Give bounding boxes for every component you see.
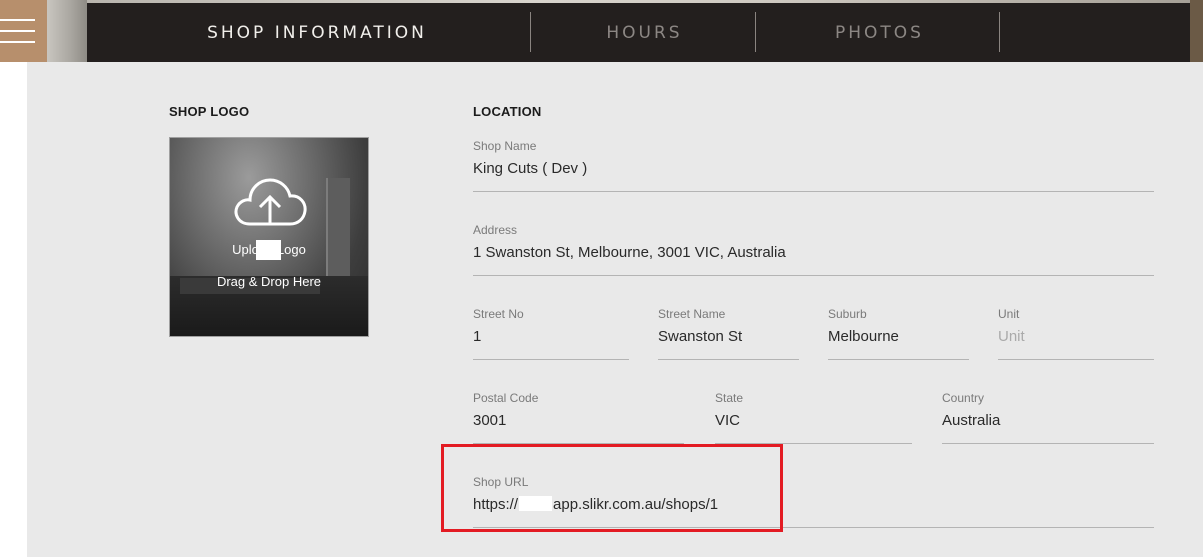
header-background-image-right: [1190, 0, 1203, 62]
unit-label: Unit: [998, 307, 1020, 321]
menu-button[interactable]: [0, 0, 47, 62]
shop-logo-title: SHOP LOGO: [169, 104, 250, 119]
street-no-label: Street No: [473, 307, 524, 321]
address-value: 1 Swanston St, Melbourne, 3001 VIC, Aust…: [473, 244, 786, 261]
tab-divider: [755, 12, 756, 52]
street-no-value: 1: [473, 328, 482, 345]
shop-name-label: Shop Name: [473, 139, 537, 153]
hamburger-icon-line: [0, 41, 35, 43]
suburb-label: Suburb: [828, 307, 867, 321]
shop-information-panel: SHOP LOGO Upload Logo Drag & Drop Here L…: [27, 62, 1203, 557]
tab-divider: [530, 12, 531, 52]
location-title: LOCATION: [473, 104, 542, 119]
logo-upload-dropzone[interactable]: Upload Logo Drag & Drop Here: [169, 137, 369, 337]
unit-field[interactable]: Unit Unit: [998, 307, 1154, 360]
country-label: Country: [942, 391, 985, 405]
tab-photos[interactable]: PHOTOS: [777, 3, 982, 62]
address-label: Address: [473, 223, 518, 237]
street-no-field[interactable]: Street No 1: [473, 307, 629, 360]
shop-url-highlight-box: [441, 444, 783, 532]
state-label: State: [715, 391, 744, 405]
postal-code-field[interactable]: Postal Code 3001: [473, 391, 684, 444]
header-background-image: [47, 0, 87, 62]
address-field[interactable]: Address 1 Swanston St, Melbourne, 3001 V…: [473, 223, 1154, 276]
country-value: Australia: [942, 412, 1001, 429]
logo-image-window: [326, 178, 350, 288]
postal-code-value: 3001: [473, 412, 507, 429]
street-name-label: Street Name: [658, 307, 726, 321]
postal-code-label: Postal Code: [473, 391, 539, 405]
street-name-field[interactable]: Street Name Swanston St: [658, 307, 799, 360]
redaction-mark: [256, 240, 281, 260]
hamburger-icon-line: [0, 30, 35, 32]
state-field[interactable]: State VIC: [715, 391, 912, 444]
tab-hours[interactable]: HOURS: [547, 3, 742, 62]
hamburger-icon: [0, 19, 35, 21]
suburb-value: Melbourne: [828, 328, 899, 345]
street-name-value: Swanston St: [658, 328, 743, 345]
tab-shop-information[interactable]: SHOP INFORMATION: [152, 3, 482, 62]
tab-divider: [999, 12, 1000, 52]
state-value: VIC: [715, 412, 741, 429]
country-field[interactable]: Country Australia: [942, 391, 1154, 444]
shop-name-value: King Cuts ( Dev ): [473, 160, 588, 177]
unit-placeholder: Unit: [998, 328, 1025, 345]
shop-name-field[interactable]: Shop Name King Cuts ( Dev ): [473, 139, 1154, 192]
drag-drop-hint: Drag & Drop Here: [216, 274, 322, 289]
cloud-upload-icon: [234, 178, 307, 226]
suburb-field[interactable]: Suburb Melbourne: [828, 307, 969, 360]
top-navigation: SHOP INFORMATION HOURS PHOTOS: [87, 3, 1203, 62]
